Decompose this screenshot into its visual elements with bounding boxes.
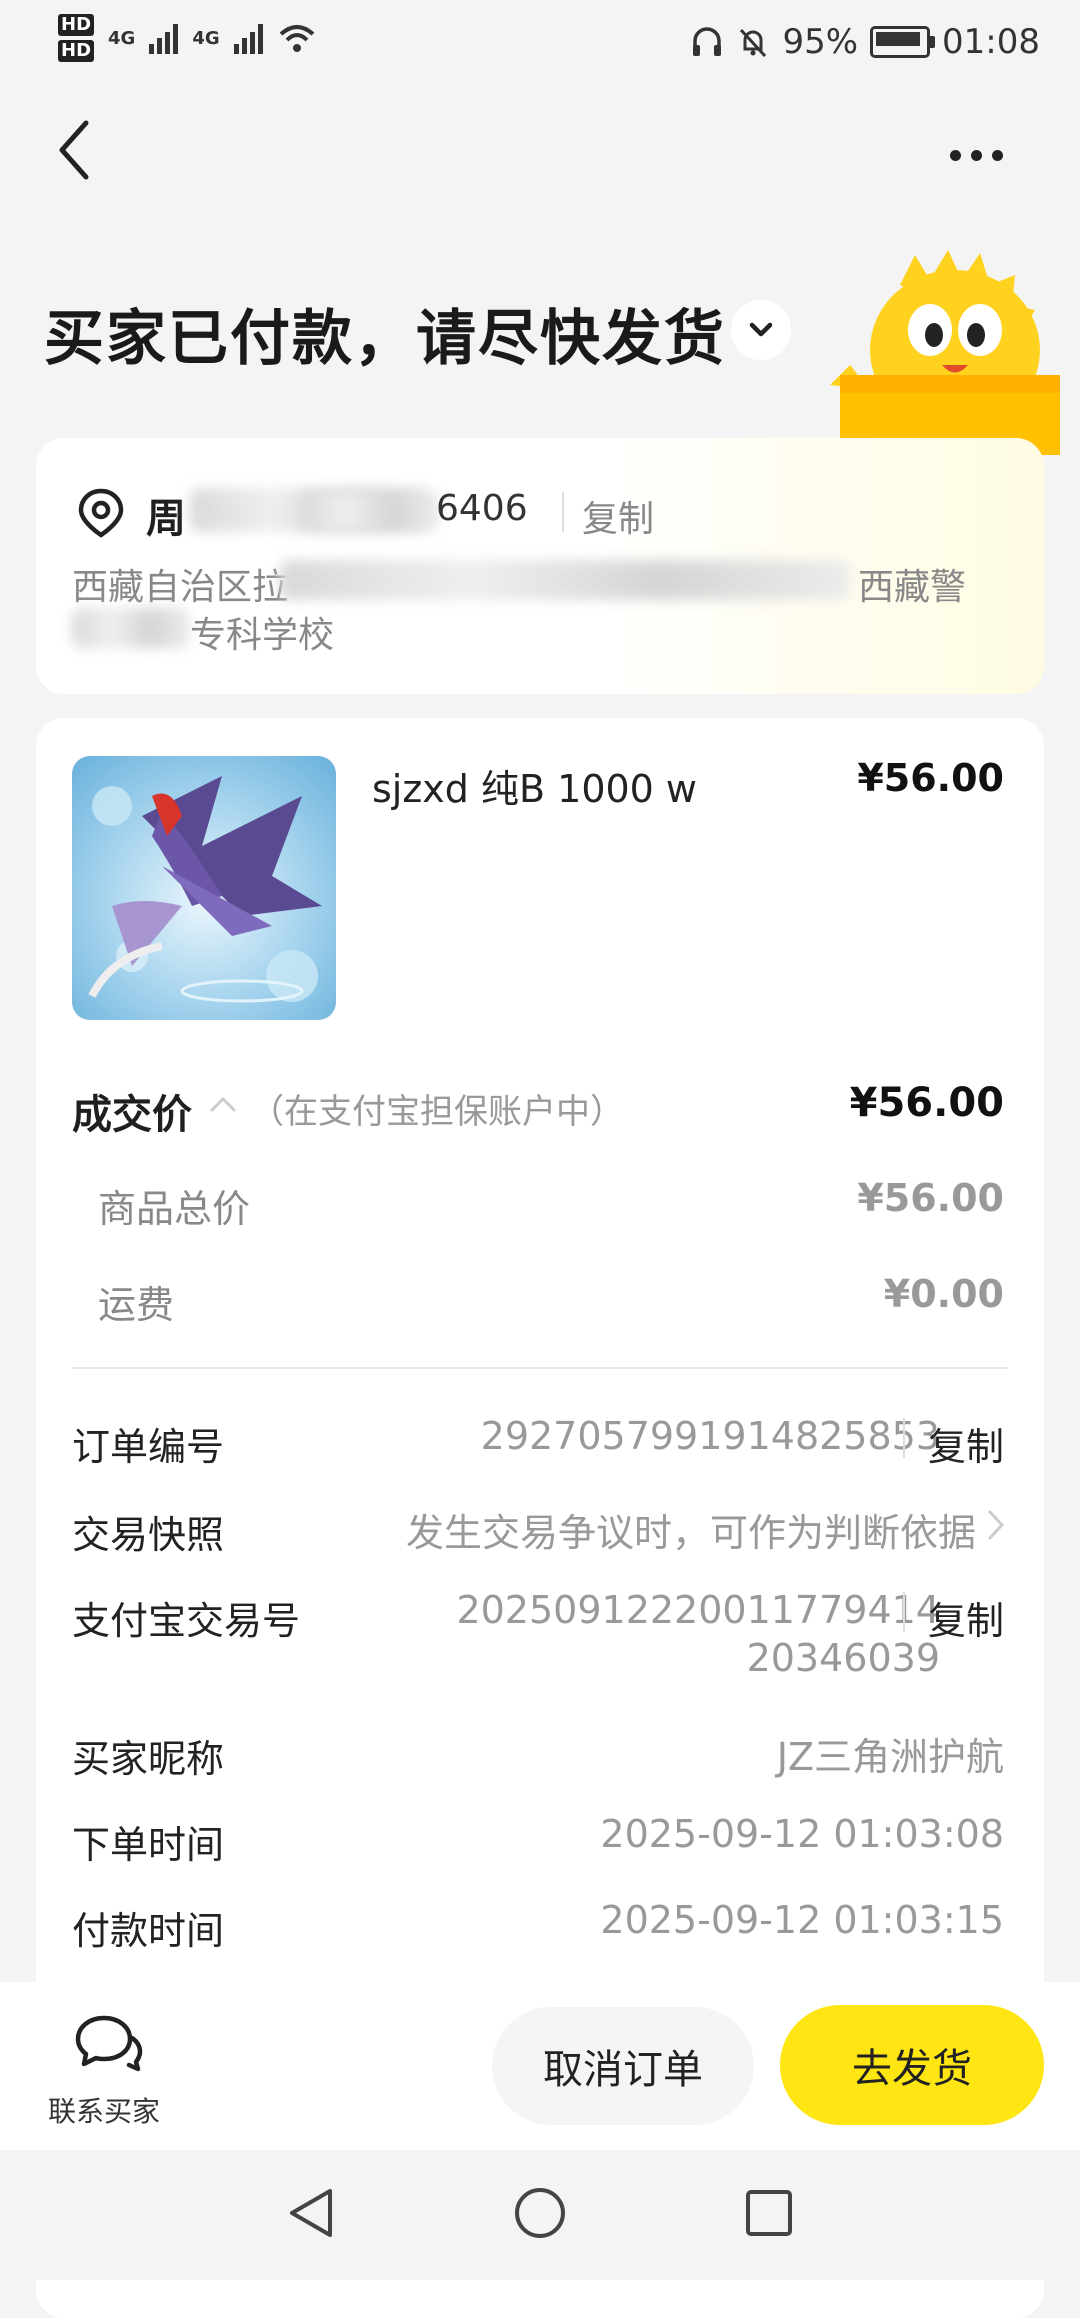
battery-icon [870,26,936,58]
pay-time-label: 付款时间 [72,1909,225,1953]
alipay-trade-no-line2: 20346039 [746,1636,940,1680]
goods-total-value: ¥56.00 [857,1176,1004,1220]
redacted-address2 [72,608,190,648]
buyer-nickname-label: 买家昵称 [72,1737,225,1781]
ship-order-button[interactable]: 去发货 [780,2005,1044,2125]
chevron-down-icon [749,322,773,337]
deal-price-value: ¥56.00 [849,1080,1004,1126]
snapshot-label: 交易快照 [72,1513,225,1557]
hd1-badge: HD [58,14,95,36]
order-time-value: 2025-09-12 01:03:08 [600,1812,1004,1856]
recipient-phone: 6406 [436,488,528,529]
address-line1: 西藏自治区拉 [72,567,289,608]
battery-percent: 95% [782,22,859,62]
location-pin-icon [78,488,124,538]
copy-divider [903,1592,905,1632]
nav-back-icon[interactable] [286,2186,336,2240]
shipping-label: 运费 [98,1283,175,1327]
product-thumbnail[interactable] [72,756,336,1020]
shipping-value: ¥0.00 [883,1272,1004,1316]
alipay-trade-no-label: 支付宝交易号 [72,1599,301,1643]
copy-address-button[interactable]: 复制 [582,490,654,542]
copy-order-number-button[interactable]: 复制 [928,1416,1004,1471]
recipient-name: 周 [146,496,186,542]
product-title[interactable]: sjzxd 纯B 1000 w [372,758,697,813]
deal-price-label[interactable]: 成交价 [72,1082,192,1140]
chevron-right-icon[interactable] [986,1508,1006,1542]
nav-recents-icon[interactable] [744,2188,794,2238]
clock: 01:08 [942,22,1040,62]
order-number-label: 订单编号 [72,1425,225,1469]
order-time-label: 下单时间 [72,1823,225,1867]
address-divider [562,492,564,532]
network1-label: 4G [108,27,136,49]
contact-buyer-button[interactable]: 联系买家 [48,2090,160,2130]
alipay-trade-no-line1: 20250912220011779414 [456,1588,940,1632]
redacted-address [280,560,850,600]
chevron-up-icon[interactable] [208,1092,238,1116]
network2-label: 4G [192,27,220,49]
buyer-nickname-value: JZ三角洲护航 [776,1735,1004,1779]
address-line1-tail: 西藏警 [858,567,967,608]
system-nav-bar [0,2150,1080,2280]
signal2-icon [233,22,263,54]
order-number-value: 2927057991914825853 [480,1414,940,1458]
status-bar: HD HD 4G 4G 95% 01:08 [0,0,1080,92]
escrow-note: （在支付宝担保账户中） [250,1092,624,1132]
page-title: 买家已付款，请尽快发货 [44,304,726,374]
pay-time-value: 2025-09-12 01:03:15 [600,1898,1004,1942]
wifi-icon [279,25,314,52]
headphones-icon [693,27,722,56]
cancel-order-button[interactable]: 取消订单 [492,2007,754,2125]
hd2-badge: HD [58,40,95,62]
hd-indicator: HD HD [58,14,95,62]
nav-home-icon[interactable] [513,2186,567,2240]
copy-divider [903,1418,905,1458]
status-right: 95% 01:08 [690,22,1040,62]
status-left: HD HD 4G 4G [58,14,317,62]
mute-bell-icon [740,28,767,58]
snapshot-value[interactable]: 发生交易争议时，可作为判断依据 [406,1502,976,1557]
mascot-illustration [830,250,1060,455]
back-chevron-icon[interactable] [50,115,100,185]
copy-alipay-no-button[interactable]: 复制 [928,1590,1004,1645]
chat-bubble-icon[interactable] [74,2012,144,2072]
goods-total-label: 商品总价 [98,1187,251,1231]
status-expand-button[interactable] [731,300,791,360]
signal1-icon [149,22,179,54]
section-divider [72,1367,1008,1369]
address-line2: 专科学校 [190,615,335,656]
redacted-phone [300,492,440,530]
more-dots-icon[interactable] [950,140,1020,170]
product-price: ¥56.00 [857,756,1004,800]
